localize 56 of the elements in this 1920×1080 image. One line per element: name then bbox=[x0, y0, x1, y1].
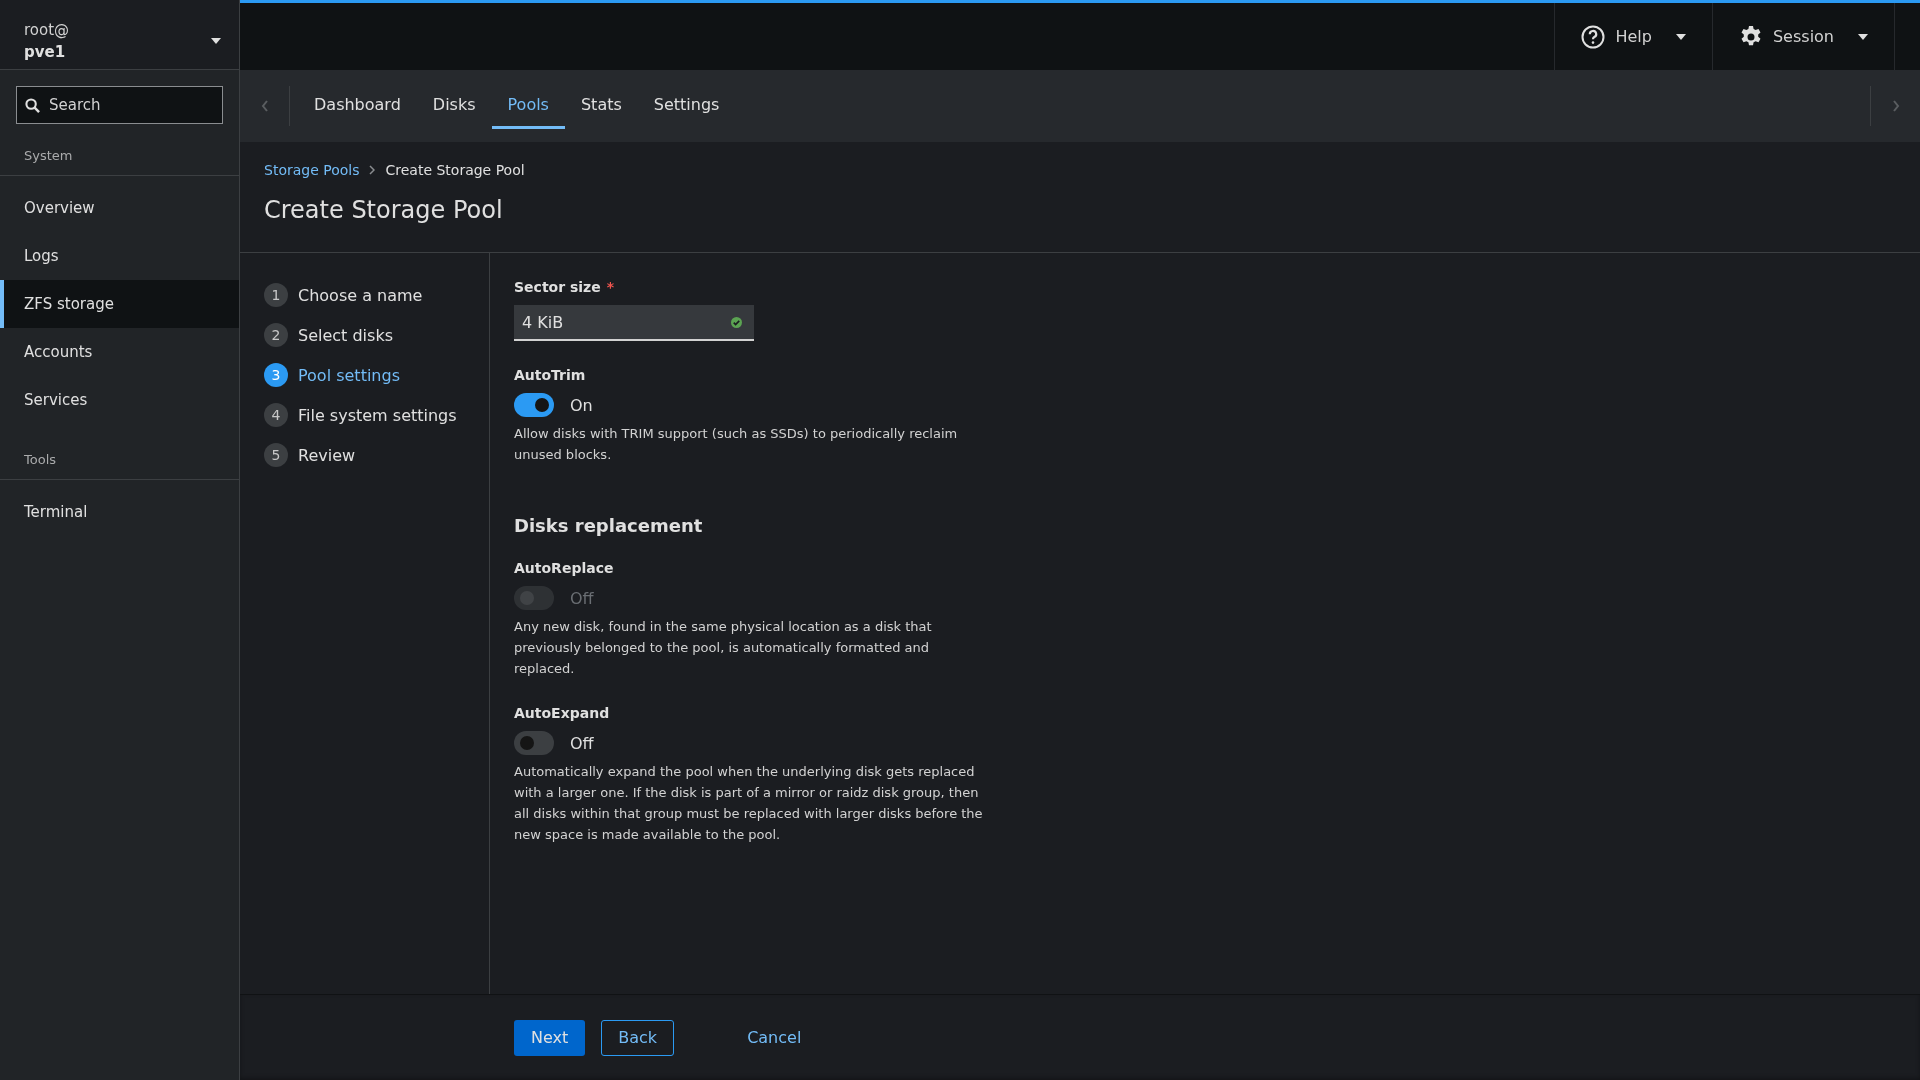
wizard-step[interactable]: Choose a name bbox=[298, 285, 423, 305]
toggle-switch[interactable] bbox=[514, 731, 554, 755]
wizard-step[interactable]: Select disks bbox=[298, 325, 393, 345]
required-mark: * bbox=[606, 279, 615, 295]
sidebar-item[interactable]: ZFS storage bbox=[0, 280, 239, 328]
sidebar-item[interactable]: Overview bbox=[0, 184, 239, 232]
cancel-link[interactable]: Cancel bbox=[730, 1019, 819, 1056]
back-button[interactable]: Back bbox=[601, 1019, 675, 1056]
sidebar-item[interactable]: Logs bbox=[0, 232, 239, 280]
field-label: AutoReplace bbox=[514, 560, 615, 576]
step-number: 3 bbox=[264, 363, 288, 387]
search-field[interactable]: Search bbox=[16, 86, 223, 124]
next-button[interactable]: Next bbox=[514, 1019, 586, 1056]
help-icon bbox=[1581, 24, 1606, 49]
host-menu[interactable]: root@ pve1 bbox=[0, 0, 239, 70]
step-number: 4 bbox=[264, 403, 288, 427]
step-number: 2 bbox=[264, 323, 288, 347]
chevron-right-icon[interactable] bbox=[1891, 100, 1900, 112]
field-label: Sector size bbox=[514, 279, 601, 295]
tab[interactable]: Disks bbox=[416, 83, 492, 129]
toggle-switch[interactable] bbox=[514, 393, 554, 417]
section-heading: Disks replacement bbox=[514, 515, 704, 536]
chevron-right-icon bbox=[369, 165, 376, 175]
breadcrumb-current: Create Storage Pool bbox=[385, 162, 525, 178]
sidebar-item[interactable]: Services bbox=[0, 376, 239, 424]
caret-icon bbox=[1858, 33, 1868, 40]
sector-size-select[interactable]: 4 KiB bbox=[514, 305, 754, 341]
section-title: Tools bbox=[23, 452, 58, 469]
section-title: System bbox=[23, 148, 74, 165]
breadcrumb-link[interactable]: Storage Pools bbox=[264, 162, 360, 178]
step-number: 5 bbox=[264, 443, 288, 467]
wizard-step[interactable]: Review bbox=[298, 445, 356, 465]
sidebar-item[interactable]: Accounts bbox=[0, 328, 239, 376]
switch-state: Off bbox=[570, 588, 594, 608]
wizard-step[interactable]: File system settings bbox=[298, 405, 457, 425]
chevron-left-icon[interactable] bbox=[260, 100, 269, 112]
help-text: Automatically expand the pool when the underlying disk gets replaced with a larger one. If the disk is part of a mirror or raidz disk group, then all disks within that group must be replaced with larger disks before the new space is made available to the pool. bbox=[514, 763, 984, 844]
tab[interactable]: Settings bbox=[637, 83, 736, 129]
step-number: 1 bbox=[264, 283, 288, 307]
caret-icon bbox=[1675, 33, 1686, 40]
tab[interactable]: Dashboard bbox=[298, 83, 417, 129]
field-label: AutoExpand bbox=[514, 705, 611, 721]
field-label: AutoTrim bbox=[514, 367, 587, 383]
tab[interactable]: Pools bbox=[491, 83, 565, 129]
caret-icon bbox=[211, 37, 221, 44]
switch-state: Off bbox=[570, 733, 594, 753]
help-text: Allow disks with TRIM support (such as SSDs) to periodically reclaim unused blocks. bbox=[514, 425, 959, 464]
wizard-step[interactable]: Pool settings bbox=[298, 365, 400, 385]
search-icon bbox=[25, 98, 40, 113]
help-text: Any new disk, found in the same physical location as a disk that previously belonged to the pool, is automatically formatted and replaced. bbox=[514, 618, 933, 678]
host-user: root@ bbox=[24, 20, 70, 39]
switch-state: On bbox=[570, 395, 593, 415]
sidebar-item[interactable]: Terminal bbox=[0, 488, 239, 536]
host-name: pve1 bbox=[24, 42, 67, 61]
page-title: Create Storage Pool bbox=[263, 195, 504, 226]
tab[interactable]: Stats bbox=[564, 83, 638, 129]
